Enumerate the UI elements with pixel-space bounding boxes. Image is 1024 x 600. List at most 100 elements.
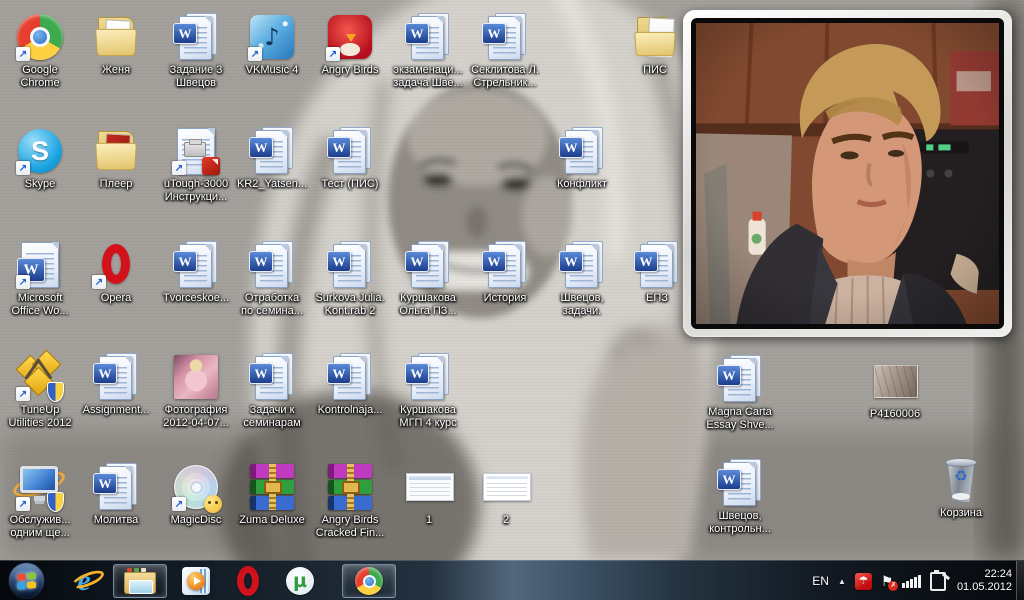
icon-label: uTough-3000Инструкци... [164,178,228,204]
desktop-icon-magicdisc[interactable]: ↗MagicDisc [157,462,235,527]
taskbar-app-windows-media-player[interactable] [170,561,222,600]
start-button[interactable] [8,562,45,599]
desktop-icon-opera[interactable]: ↗ Opera [77,240,155,305]
desktop-icon-google-chrome[interactable]: ↗GoogleChrome [1,12,79,90]
recycle-icon: ♻ [936,455,986,505]
avira-antivirus-icon[interactable]: ☂ [855,573,872,590]
tray-clock[interactable]: 22:24 01.05.2012 [957,568,1012,594]
icon-label: P4160006 [870,408,920,421]
desktop-icon-tuneup-utilities-2012[interactable]: ↗ TuneUpUtilities 2012 [1,352,79,430]
tuneup-icon: ↗ [15,352,65,402]
desktop-icon-tvorceskoe[interactable]: WTvorceskoe... [157,240,235,305]
desktop-icon-istoriya[interactable]: WИстория [466,240,544,305]
desktop-icon-zadanie-3-shvecov[interactable]: WЗадание 3Швецов [157,12,235,90]
desktop-icon-kr2-yatsen[interactable]: WKR2_Yatsen... [233,126,311,191]
tray-time: 22:24 [957,568,1012,581]
network-signal-icon[interactable] [902,575,921,588]
desktop-icon-kurshakova-mgp[interactable]: WКуршаковаМГП 4 курс [389,352,467,430]
action-center-flag-icon[interactable]: ⚑ ✗ [881,574,894,588]
desktop-icon-angry-birds[interactable]: ↗Angry Birds [311,12,389,77]
desktop-icon-fotografiya[interactable]: Фотография2012-04-07... [157,352,235,430]
chrome-icon: ↗ [15,12,65,62]
icon-label: Плеер [100,178,133,191]
shortcut-arrow-icon: ↗ [16,387,30,401]
desktop-icon-kontrolnaja[interactable]: WKontrolnaja... [311,352,389,417]
vkmusic-icon: ♪↗ [247,12,297,62]
hidden-icons-arrow[interactable]: ▲ [838,577,846,586]
icon-label: Skype [25,178,56,191]
icon-label: 1 [426,514,432,527]
utorrent-icon: µ [286,567,314,595]
taskbar-app-internet-explorer[interactable]: e [58,561,110,600]
word-icon: W [557,126,607,176]
folderdoc-icon [630,12,680,62]
inset-photo-frame [683,10,1012,337]
desktop-icon-test-pis[interactable]: WТест (ПИС) [311,126,389,191]
desktop-icon-zhenya[interactable]: Женя [77,12,155,77]
monitor-icon: ↗ [15,462,65,512]
icon-label: VKMusic 4 [246,64,299,77]
taskbar-app-google-chrome[interactable] [342,564,396,598]
language-indicator[interactable]: EN [812,574,829,588]
icon-label: TuneUpUtilities 2012 [9,404,72,430]
icon-label: Assignment... [83,404,150,417]
icon-label: Обслужив...одним ще... [10,514,71,540]
taskbar-app-windows-explorer[interactable] [113,564,167,598]
icon-label: Конфликт [557,178,607,191]
icon-label: Zuma Deluxe [239,514,304,527]
desktop-icon-screenshot-1[interactable]: 1 [390,462,468,527]
desktop-icon-assignment[interactable]: WAssignment... [77,352,155,417]
word-icon: W [480,12,530,62]
desktop-icon-shvecov-kontrolnaja[interactable]: WШвецов,контрольн... [701,458,779,536]
icon-label: Фотография2012-04-07... [163,404,228,430]
opera-icon: ↗ [91,240,141,290]
icon-label: ЕПЗ [646,292,668,305]
desktop-icon-kurshakova-olga[interactable]: WКуршаковаОльга ПЗ... [389,240,467,318]
show-desktop-button[interactable] [1015,561,1024,600]
desktop-icon-ekzamen-zadacha[interactable]: Wэкзаменаци...задача Шве... [389,12,467,90]
skype-icon: S↗ [15,126,65,176]
desktop-icon-pleer[interactable]: Плеер [77,126,155,191]
desktop-icon-magna-carta[interactable]: WMagna CartaEssay Shve... [701,354,779,432]
shortcut-arrow-icon: ↗ [16,161,30,175]
desktop-icon-angry-birds-cracked[interactable]: Angry BirdsCracked Fin... [311,462,389,540]
word-icon: W [247,352,297,402]
photo-icon [171,352,221,402]
desktop-icon-p4160006[interactable]: P4160006 [856,356,934,421]
desktop-icon-korzina[interactable]: ♻Корзина [922,455,1000,520]
desktop-icon-shvecov-zadachi[interactable]: WШвецов,задачи. [543,240,621,318]
word-icon: W [715,354,765,404]
desktop-icon-vkmusic-4[interactable]: ♪↗ VKMusic 4 [233,12,311,77]
icon-label: Швецов,контрольн... [709,510,771,536]
taskbar-app-opera[interactable] [222,561,274,600]
desktop-icon-zadachi-k-seminaram[interactable]: WЗадачи ксеминарам [233,352,311,430]
desktop-icon-zuma-deluxe[interactable]: Zuma Deluxe [233,462,311,527]
icon-label: Тест (ПИС) [322,178,379,191]
desktop-icon-utough-3000[interactable]: ↗uTough-3000Инструкци... [157,126,235,204]
desktop-icon-microsoft-office-word[interactable]: W↗MicrosoftOffice Wo... [1,240,79,318]
desktop-icon-skype[interactable]: S↗ Skype [1,126,79,191]
word-icon: W [480,240,530,290]
desktop-icon-surkova-julia[interactable]: WSurkova Julia.Kont.rab 2 [311,240,389,318]
word-icon: W [557,240,607,290]
word-icon: W [403,240,453,290]
icon-label: GoogleChrome [20,64,59,90]
desktop-icon-obsluzhivanie[interactable]: ↗Обслужив...одним ще... [1,462,79,540]
desktop-icon-otrabotka[interactable]: WОтработкапо семина... [233,240,311,318]
icon-label: Angry BirdsCracked Fin... [316,514,384,540]
icon-label: Surkova Julia.Kont.rab 2 [315,292,384,318]
icon-label: Отработкапо семина... [241,292,303,318]
safely-remove-hardware-icon[interactable] [930,572,946,591]
desktop-icon-screenshot-2[interactable]: 2 [467,462,545,527]
icon-label: КуршаковаОльга ПЗ... [399,292,456,318]
desktop-icon-konflikt[interactable]: W Конфликт [543,126,621,191]
icon-label: 2 [503,514,509,527]
icon-label: Opera [101,292,132,305]
shortcut-arrow-icon: ↗ [16,275,30,289]
word-icon: W [325,352,375,402]
word-icon: W [171,240,221,290]
inset-photo [691,18,1004,329]
taskbar-app-utorrent[interactable]: µ [274,561,326,600]
desktop-icon-seklitova[interactable]: WСеклитова Л.Стрельник... [466,12,544,90]
desktop-icon-molitva[interactable]: WМолитва [77,462,155,527]
